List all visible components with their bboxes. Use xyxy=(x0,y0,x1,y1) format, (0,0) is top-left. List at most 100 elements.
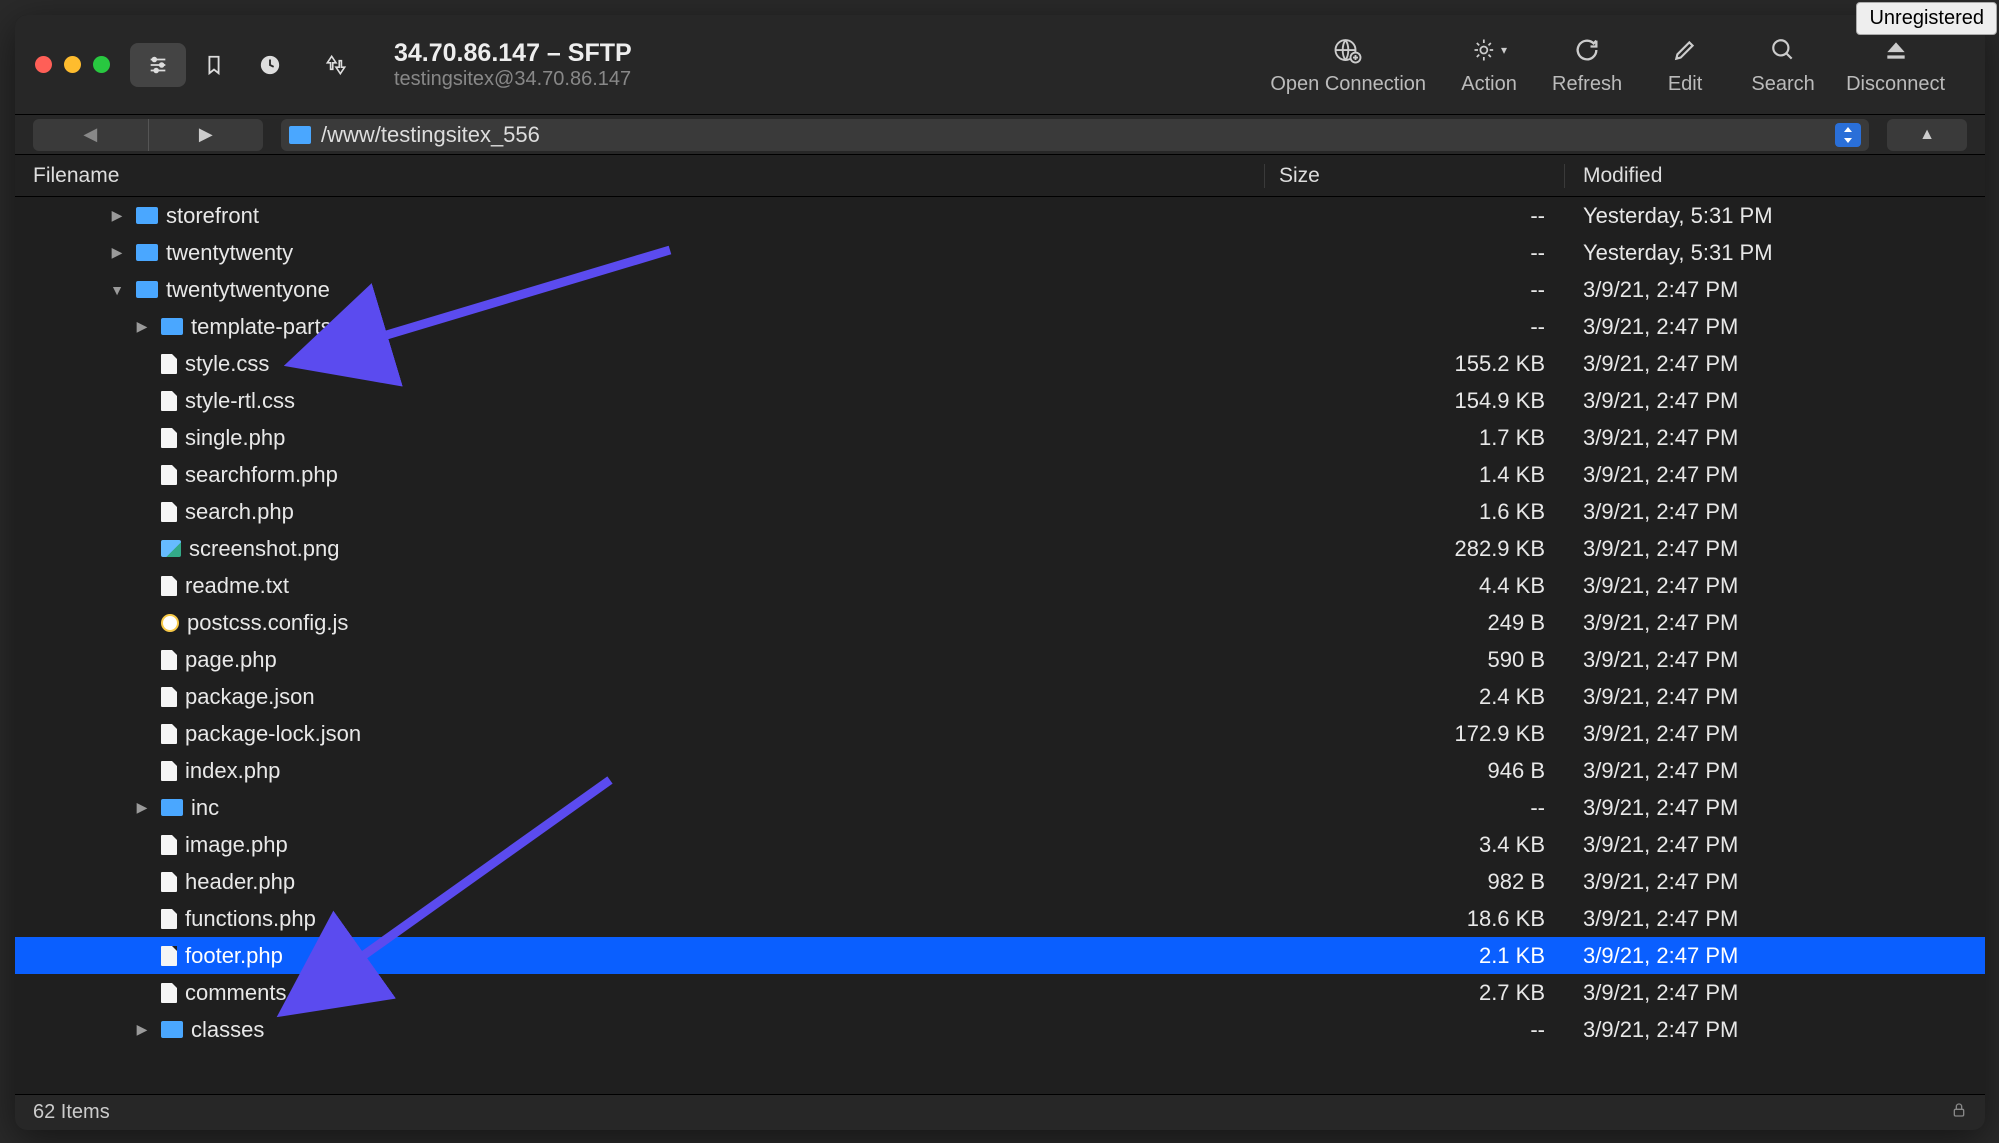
gear-icon: ▾ xyxy=(1471,33,1507,67)
file-row[interactable]: ▶storefront--Yesterday, 5:31 PM xyxy=(15,197,1985,234)
file-size: 2.4 KB xyxy=(1265,684,1565,710)
lock-icon xyxy=(1951,1101,1967,1124)
go-up-button[interactable]: ▲ xyxy=(1887,119,1967,151)
path-selector[interactable]: /www/testingsitex_556 xyxy=(281,119,1869,151)
file-row[interactable]: footer.php2.1 KB3/9/21, 2:47 PM xyxy=(15,937,1985,974)
minimize-button[interactable] xyxy=(64,56,81,73)
file-name: search.php xyxy=(185,499,294,525)
back-button[interactable]: ◀ xyxy=(33,119,148,151)
file-modified: 3/9/21, 2:47 PM xyxy=(1565,758,1985,784)
file-row[interactable]: postcss.config.js249 B3/9/21, 2:47 PM xyxy=(15,604,1985,641)
file-row[interactable]: ▶inc--3/9/21, 2:47 PM xyxy=(15,789,1985,826)
file-name: package.json xyxy=(185,684,315,710)
file-row[interactable]: searchform.php1.4 KB3/9/21, 2:47 PM xyxy=(15,456,1985,493)
folder-icon xyxy=(136,244,158,261)
file-row[interactable]: single.php1.7 KB3/9/21, 2:47 PM xyxy=(15,419,1985,456)
file-size: 172.9 KB xyxy=(1265,721,1565,747)
file-size: -- xyxy=(1265,314,1565,340)
file-size: 946 B xyxy=(1265,758,1565,784)
file-name: page.php xyxy=(185,647,277,673)
disclosure-triangle[interactable]: ▶ xyxy=(106,244,128,261)
disclosure-triangle[interactable]: ▶ xyxy=(131,799,153,816)
file-row[interactable]: style.css155.2 KB3/9/21, 2:47 PM xyxy=(15,345,1985,382)
edit-button[interactable]: Edit xyxy=(1650,33,1720,96)
unregistered-badge: Unregistered xyxy=(1856,2,1997,35)
refresh-icon xyxy=(1573,33,1601,67)
file-name: header.php xyxy=(185,869,295,895)
file-modified: 3/9/21, 2:47 PM xyxy=(1565,795,1985,821)
header-modified[interactable]: Modified xyxy=(1565,164,1985,188)
nav-buttons: ◀ ▶ xyxy=(33,119,263,151)
file-row[interactable]: page.php590 B3/9/21, 2:47 PM xyxy=(15,641,1985,678)
titlebar: 34.70.86.147 – SFTP testingsitex@34.70.8… xyxy=(15,15,1985,115)
file-row[interactable]: ▶twentytwenty--Yesterday, 5:31 PM xyxy=(15,234,1985,271)
item-count: 62 Items xyxy=(33,1101,110,1124)
file-size: -- xyxy=(1265,1017,1565,1043)
file-row[interactable]: style-rtl.css154.9 KB3/9/21, 2:47 PM xyxy=(15,382,1985,419)
refresh-button[interactable]: Refresh xyxy=(1552,33,1622,96)
maximize-button[interactable] xyxy=(93,56,110,73)
file-modified: 3/9/21, 2:47 PM xyxy=(1565,536,1985,562)
file-name: storefront xyxy=(166,203,259,229)
file-modified: 3/9/21, 2:47 PM xyxy=(1565,573,1985,599)
disconnect-button[interactable]: Disconnect xyxy=(1846,33,1945,96)
file-row[interactable]: screenshot.png282.9 KB3/9/21, 2:47 PM xyxy=(15,530,1985,567)
file-name: template-parts xyxy=(191,314,332,340)
globe-plus-icon xyxy=(1333,33,1363,67)
file-modified: 3/9/21, 2:47 PM xyxy=(1565,425,1985,451)
file-row[interactable]: ▶ template-parts --3/9/21, 2:47 PM xyxy=(15,308,1985,345)
file-name: package-lock.json xyxy=(185,721,361,747)
file-row[interactable]: package-lock.json 172.9 KB3/9/21, 2:47 PM xyxy=(15,715,1985,752)
file-row[interactable]: comments.php2.7 KB3/9/21, 2:47 PM xyxy=(15,974,1985,1011)
file-row[interactable]: image.php3.4 KB3/9/21, 2:47 PM xyxy=(15,826,1985,863)
file-row[interactable]: functions.php18.6 KB3/9/21, 2:47 PM xyxy=(15,900,1985,937)
file-size: 590 B xyxy=(1265,647,1565,673)
header-size[interactable]: Size xyxy=(1265,164,1565,188)
disclosure-triangle[interactable]: ▼ xyxy=(106,282,128,298)
disclosure-triangle[interactable]: ▶ xyxy=(131,1021,153,1038)
disclosure-triangle[interactable]: ▶ xyxy=(106,207,128,224)
file-modified: 3/9/21, 2:47 PM xyxy=(1565,721,1985,747)
search-button[interactable]: Search xyxy=(1748,33,1818,96)
file-row[interactable]: search.php1.6 KB3/9/21, 2:47 PM xyxy=(15,493,1985,530)
search-icon xyxy=(1770,33,1796,67)
open-connection-button[interactable]: Open Connection xyxy=(1270,33,1426,96)
file-name: inc xyxy=(191,795,219,821)
file-modified: 3/9/21, 2:47 PM xyxy=(1565,980,1985,1006)
file-size: 982 B xyxy=(1265,869,1565,895)
file-name: postcss.config.js xyxy=(187,610,348,636)
action-button[interactable]: ▾ Action xyxy=(1454,33,1524,96)
file-icon xyxy=(161,835,177,855)
window-controls xyxy=(35,15,130,114)
header-filename[interactable]: Filename xyxy=(15,164,1265,188)
file-row[interactable]: ▼twentytwentyone--3/9/21, 2:47 PM xyxy=(15,271,1985,308)
file-row[interactable]: header.php982 B3/9/21, 2:47 PM xyxy=(15,863,1985,900)
file-icon xyxy=(161,391,177,411)
bookmarks-icon[interactable] xyxy=(186,43,242,87)
forward-button[interactable]: ▶ xyxy=(148,119,264,151)
file-icon xyxy=(161,909,177,929)
img-icon xyxy=(161,540,181,557)
file-size: 1.6 KB xyxy=(1265,499,1565,525)
file-row[interactable]: ▶classes--3/9/21, 2:47 PM xyxy=(15,1011,1985,1048)
file-name: style.css xyxy=(185,351,269,377)
file-name: index.php xyxy=(185,758,280,784)
file-size: 154.9 KB xyxy=(1265,388,1565,414)
file-row[interactable]: index.php 946 B3/9/21, 2:47 PM xyxy=(15,752,1985,789)
file-row[interactable]: package.json2.4 KB3/9/21, 2:47 PM xyxy=(15,678,1985,715)
file-name: classes xyxy=(191,1017,264,1043)
file-size: -- xyxy=(1265,277,1565,303)
file-size: 1.7 KB xyxy=(1265,425,1565,451)
close-button[interactable] xyxy=(35,56,52,73)
file-modified: 3/9/21, 2:47 PM xyxy=(1565,943,1985,969)
file-listing[interactable]: ▶storefront--Yesterday, 5:31 PM▶twentytw… xyxy=(15,197,1985,1094)
file-modified: 3/9/21, 2:47 PM xyxy=(1565,314,1985,340)
transfers-icon[interactable] xyxy=(308,43,364,87)
path-dropdown-icon[interactable] xyxy=(1835,123,1861,147)
settings-icon[interactable] xyxy=(130,43,186,87)
history-icon[interactable] xyxy=(242,43,298,87)
file-icon xyxy=(161,687,177,707)
file-row[interactable]: readme.txt4.4 KB3/9/21, 2:47 PM xyxy=(15,567,1985,604)
file-name: searchform.php xyxy=(185,462,338,488)
disclosure-triangle[interactable]: ▶ xyxy=(131,318,153,335)
